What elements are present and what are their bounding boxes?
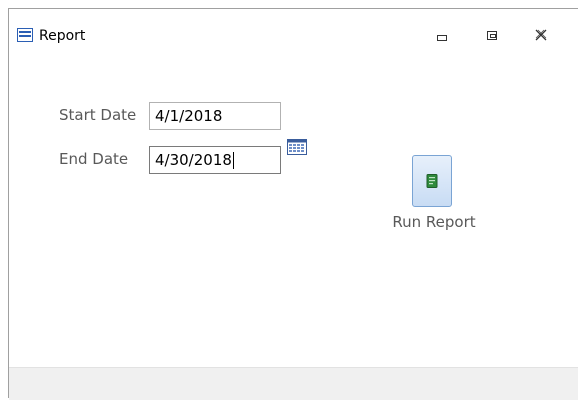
- minimize-icon: [437, 35, 447, 41]
- run-report-label: Run Report: [392, 213, 476, 231]
- report-window: Report Start Date 4/1/2018 End Date 4/30…: [8, 8, 578, 400]
- end-date-input[interactable]: 4/30/2018: [149, 146, 281, 174]
- start-date-label: Start Date: [59, 106, 137, 124]
- start-date-input[interactable]: 4/1/2018: [149, 102, 281, 130]
- report-icon: [426, 174, 438, 188]
- form-body: Start Date 4/1/2018 End Date 4/30/2018 R…: [9, 51, 578, 367]
- title-bar[interactable]: Report: [9, 9, 578, 51]
- run-report-button[interactable]: [412, 155, 452, 207]
- end-date-value: 4/30/2018: [155, 151, 232, 169]
- restore-icon: [487, 30, 497, 40]
- minimize-button[interactable]: [427, 24, 457, 46]
- text-caret: [232, 152, 234, 169]
- close-button[interactable]: [526, 24, 556, 46]
- calendar-icon[interactable]: [287, 139, 307, 155]
- start-date-value: 4/1/2018: [155, 107, 223, 125]
- record-footer: [9, 367, 578, 400]
- close-icon: [535, 29, 547, 41]
- restore-button[interactable]: [477, 24, 507, 46]
- end-date-label: End Date: [59, 150, 129, 168]
- form-icon: [17, 28, 33, 42]
- window-title: Report: [39, 28, 86, 44]
